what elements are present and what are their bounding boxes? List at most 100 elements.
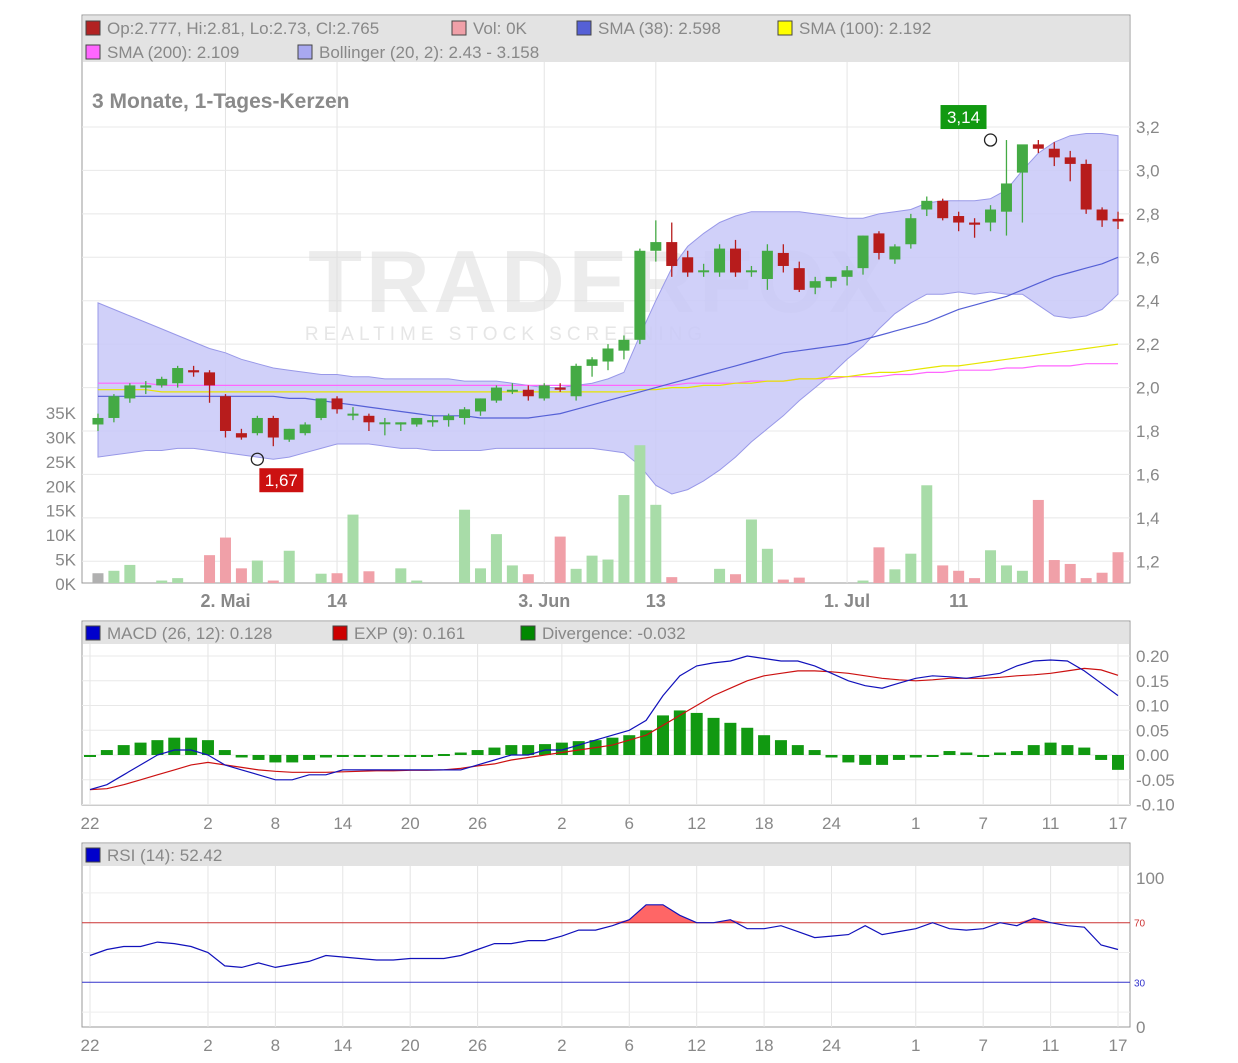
divergence-bar (1027, 745, 1040, 755)
candle-body (204, 372, 216, 386)
candle-body (474, 398, 486, 412)
candle-body (618, 339, 630, 351)
legend-swatch (451, 20, 467, 36)
candle-body (331, 398, 343, 410)
macd-tick-label: -0.05 (1136, 771, 1175, 790)
volume-bar (570, 568, 582, 583)
candle-body (985, 209, 997, 223)
divergence-bar (84, 755, 96, 757)
volume-bar (921, 485, 933, 583)
divergence-bar (370, 755, 383, 757)
price-tick-label: 2,2 (1136, 335, 1160, 354)
volume-bar (219, 537, 231, 583)
divergence-bar (168, 737, 181, 755)
date-tick-label: 26 (468, 814, 487, 833)
candle-body (873, 233, 885, 253)
divergence-bar (134, 742, 147, 755)
divergence-bar (1010, 751, 1023, 755)
volume-bar (459, 509, 471, 583)
divergence-bar (185, 737, 198, 755)
divergence-bar (1112, 755, 1124, 770)
volume-bar (204, 555, 216, 583)
volume-bar (937, 565, 949, 583)
divergence-bar (606, 737, 619, 755)
candle-body (1112, 218, 1124, 222)
date-tick-label: 2. Mai (200, 591, 250, 611)
divergence-bar (960, 752, 973, 755)
date-tick-label: 14 (327, 591, 347, 611)
date-tick-label: 14 (333, 1036, 352, 1055)
candle-body (745, 270, 757, 273)
divergence-bar (201, 740, 214, 755)
legend-entry: Bollinger (20, 2): 2.43 - 3.158 (319, 43, 539, 62)
divergence-bar (454, 752, 467, 755)
volume-bar (745, 519, 757, 583)
legend-entry: EXP (9): 0.161 (354, 624, 465, 643)
price-tick-label: 1,4 (1136, 509, 1160, 528)
date-tick-label: 22 (81, 1036, 100, 1055)
candle-body (777, 252, 789, 266)
min-label: 1,67 (265, 471, 298, 490)
volume-bar (1080, 578, 1092, 583)
divergence-bar (1095, 755, 1108, 760)
date-tick-label: 11 (949, 591, 968, 611)
date-tick-label: 2 (557, 1036, 566, 1055)
legend-entry: Divergence: -0.032 (542, 624, 686, 643)
candle-body (554, 387, 566, 390)
divergence-bar (1078, 747, 1091, 755)
volume-bar (1064, 563, 1076, 583)
date-tick-label: 17 (1109, 1036, 1128, 1055)
volume-bar (1096, 572, 1108, 583)
date-tick-label: 12 (687, 814, 706, 833)
candle-body (921, 200, 933, 210)
candle-body (1016, 144, 1028, 173)
volume-tick-label: 15K (46, 502, 77, 521)
divergence-bar (673, 710, 686, 755)
volume-bar (315, 573, 327, 583)
candle-body (235, 433, 247, 438)
volume-tick-label: 30K (46, 428, 77, 447)
candle-body (889, 246, 901, 260)
legend-swatch (85, 20, 101, 36)
date-tick-label: 14 (333, 814, 352, 833)
macd-tick-label: -0.10 (1136, 796, 1175, 815)
candle-body (140, 385, 152, 388)
volume-bar (283, 550, 295, 583)
divergence-bar (421, 755, 434, 757)
divergence-bar (859, 755, 872, 765)
volume-bar (1016, 570, 1028, 583)
date-tick-label: 13 (646, 591, 666, 611)
volume-bar (969, 578, 981, 583)
volume-bar (1032, 499, 1044, 583)
divergence-bar (100, 750, 113, 755)
divergence-bar (319, 755, 332, 758)
price-tick-label: 1,2 (1136, 552, 1160, 571)
volume-bar (666, 577, 678, 583)
date-tick-label: 7 (978, 814, 987, 833)
date-tick-label: 8 (271, 1036, 280, 1055)
candle-body (714, 248, 726, 273)
volume-bar (267, 580, 279, 583)
date-tick-label: 26 (468, 1036, 487, 1055)
divergence-bar (741, 727, 754, 755)
candle-body (730, 248, 742, 273)
volume-bar (490, 534, 502, 583)
divergence-bar (353, 755, 366, 757)
date-tick-label: 24 (822, 1036, 841, 1055)
date-tick-label: 1 (911, 1036, 920, 1055)
candle-body (395, 422, 407, 425)
divergence-bar (235, 755, 248, 758)
candle-body (841, 270, 853, 277)
volume-bar (251, 560, 263, 583)
legend-swatch (85, 44, 101, 60)
candle-body (809, 281, 821, 288)
date-tick-label: 3. Jun (518, 591, 570, 611)
legend-swatch (85, 625, 101, 641)
date-tick-label: 2 (203, 814, 212, 833)
divergence-bar (336, 755, 349, 757)
macd-tick-label: 0.15 (1136, 672, 1169, 691)
candle-body (682, 257, 694, 273)
candle-body (905, 218, 917, 245)
volume-bar (522, 574, 534, 583)
divergence-bar (892, 755, 905, 760)
